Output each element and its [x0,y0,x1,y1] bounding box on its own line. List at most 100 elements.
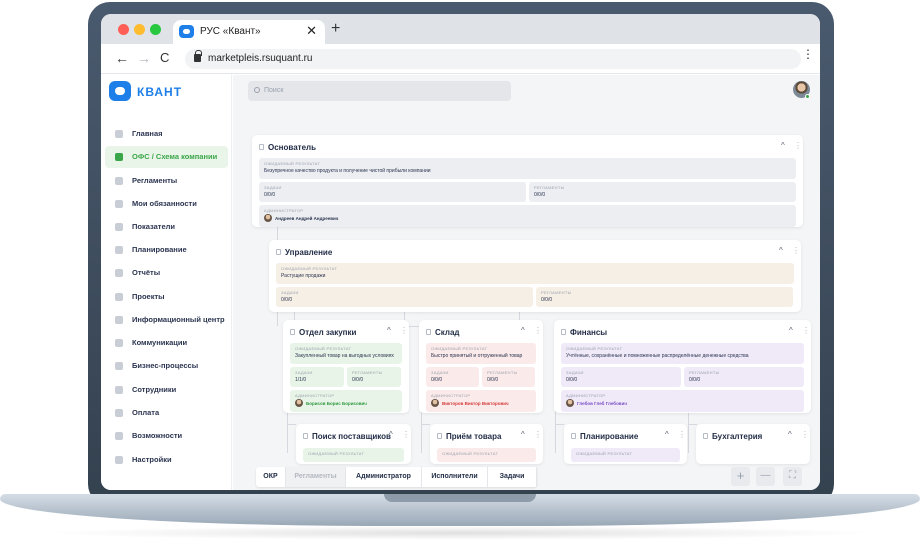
minimize-window-button[interactable] [134,24,145,35]
org-card-accounting[interactable]: Бухгалтерия ^ ⋮ [696,424,810,464]
sidebar-item[interactable]: Бизнес-процессы [105,355,228,377]
unit-icon [276,249,281,255]
browser-menu-icon[interactable]: ⋮ [802,48,814,60]
zoom-out-button[interactable]: — [756,467,775,486]
card-menu-icon[interactable]: ⋮ [792,246,800,255]
search-input[interactable]: Поиск [248,81,511,101]
zoom-in-button[interactable]: + [731,467,750,486]
back-icon[interactable]: ← [115,50,129,66]
browser-window: РУС «Квант» ✕ + ← → C marketpleis.rsuqua… [101,14,820,490]
gear-icon [115,456,123,464]
tasks-value: 0/0/0 [264,192,276,198]
collapse-chevron-icon[interactable]: ^ [781,141,785,150]
administrator-field: АДМИНИСТРАТОР Андреев Андрей Андреевич [259,205,796,227]
cloud-icon [115,293,123,301]
reload-icon[interactable]: C [160,50,169,65]
org-card-planning[interactable]: Планирование ^ ⋮ ОЖИДАЕМЫЙ РЕЗУЛЬТАТ [564,424,687,464]
view-tab[interactable]: Исполнители [422,467,488,487]
tab-close-icon[interactable]: ✕ [306,23,317,39]
tasks-value: 1/1/0 [295,377,307,383]
org-card-goods-receipt[interactable]: Приём товара ^ ⋮ ОЖИДАЕМЫЙ РЕЗУЛЬТАТ [430,424,543,464]
collapse-chevron-icon[interactable]: ^ [521,430,525,439]
laptop-notch [384,494,536,502]
sidebar-item[interactable]: Главная [105,123,228,145]
collapse-chevron-icon[interactable]: ^ [521,326,525,335]
connector-line [277,320,278,326]
administrator-field: АДМИНИСТРАТОР Глебов Глеб Глебович [561,390,804,412]
sidebar-item-label: Оплата [132,408,160,417]
tasks-value: 0/0/0 [431,377,443,383]
sidebar-item[interactable]: Возможности [105,425,228,447]
field-label: РЕГЛАМЕНТЫ [534,185,565,190]
card-menu-icon[interactable]: ⋮ [678,430,686,439]
browser-tab[interactable]: РУС «Квант» ✕ [173,20,325,44]
fit-screen-button[interactable]: ⛶ [783,467,802,486]
sidebar-item[interactable]: Оплата [105,402,228,424]
collapse-chevron-icon[interactable]: ^ [789,326,793,335]
regulations-value: 0/0/0 [352,377,364,383]
view-tab[interactable]: ОКР [256,467,286,487]
org-card-supplier-search[interactable]: Поиск поставщиков ^ ⋮ ОЖИДАЕМЫЙ РЕЗУЛЬТАТ [296,424,411,464]
field-label: АДМИНИСТРАТОР [264,208,304,213]
sidebar-item[interactable]: Настройки [105,449,228,471]
regulations-field: РЕГЛАМЕНТЫ 0/0/0 [347,367,401,387]
sidebar-item[interactable]: Планирование [105,239,228,261]
org-card-purchasing[interactable]: Отдел закупки ^ ⋮ ОЖИДАЕМЫЙ РЕЗУЛЬТАТ Закупл… [283,320,409,413]
sidebar-item[interactable]: Проекты [105,286,228,308]
shield-icon [115,223,123,231]
org-card-founder[interactable]: Основатель ^ ⋮ ОЖИДАЕМЫЙ РЕЗУЛЬТАТ Безупречн… [252,135,803,227]
view-tab[interactable]: Задачи [488,467,537,487]
unit-icon [303,433,308,439]
regulations-field: РЕГЛАМЕНТЫ 0/0/0 [482,367,535,387]
sidebar-item-label: Отчёты [132,268,161,277]
document-icon [115,177,123,185]
regulations-value: 0/0/0 [541,297,553,303]
maximize-window-button[interactable] [150,24,161,35]
expected-result-field: ОЖИДАЕМЫЙ РЕЗУЛЬТАТ Растущие продажи [276,263,794,284]
sidebar-item-label: Планирование [132,245,187,254]
sidebar-item-label: Возможности [132,431,183,440]
folder-icon [115,200,123,208]
result-value: Закупленный товар на выгодных условиях [295,353,394,359]
card-menu-icon[interactable]: ⋮ [802,326,810,335]
field-label: ОЖИДАЕМЫЙ РЕЗУЛЬТАТ [281,266,338,271]
view-tab[interactable]: Регламенты [286,467,346,487]
sidebar-item[interactable]: ОФС / Схема компании [105,146,228,168]
brand-name: КВАНТ [137,85,183,99]
admin-avatar [431,399,439,407]
report-icon [115,269,123,277]
connector-line [688,424,697,425]
new-tab-button[interactable]: + [331,20,340,38]
address-field[interactable]: marketpleis.rsuquant.ru [185,49,801,69]
close-window-button[interactable] [118,24,129,35]
card-title: Приём товара [446,432,502,441]
card-menu-icon[interactable]: ⋮ [402,430,410,439]
card-menu-icon[interactable]: ⋮ [534,326,542,335]
card-menu-icon[interactable]: ⋮ [400,326,408,335]
collapse-chevron-icon[interactable]: ^ [665,430,669,439]
tab-title: РУС «Квант» [200,26,261,37]
view-tab[interactable]: Администратор [346,467,422,487]
collapse-chevron-icon[interactable]: ^ [389,430,393,439]
sidebar-item[interactable]: Регламенты [105,170,228,192]
card-menu-icon[interactable]: ⋮ [534,430,542,439]
administrator-field: АДМИНИСТРАТОР Борисов Борис Борисович [290,390,402,412]
org-card-warehouse[interactable]: Склад ^ ⋮ ОЖИДАЕМЫЙ РЕЗУЛЬТАТ Быстро приняты… [419,320,543,413]
sidebar-item[interactable]: Мои обязанности [105,193,228,215]
card-menu-icon[interactable]: ⋮ [801,430,809,439]
org-card-management[interactable]: Управление ^ ⋮ ОЖИДАЕМЫЙ РЕЗУЛЬТАТ Растущие … [269,240,801,312]
collapse-chevron-icon[interactable]: ^ [788,430,792,439]
sidebar-item[interactable]: Сотрудники [105,379,228,401]
sidebar-item[interactable]: Информационный центр [105,309,228,331]
card-menu-icon[interactable]: ⋮ [794,141,802,150]
org-card-finance[interactable]: Финансы ^ ⋮ ОЖИДАЕМЫЙ РЕЗУЛЬТАТ Учтённые, со… [554,320,811,413]
collapse-chevron-icon[interactable]: ^ [779,246,783,255]
forward-icon[interactable]: → [137,50,151,66]
sidebar-item[interactable]: Отчёты [105,262,228,284]
tasks-field: ЗАДАЧИ 0/0/0 [561,367,681,387]
sidebar-item[interactable]: Показатели [105,216,228,238]
collapse-chevron-icon[interactable]: ^ [387,326,391,335]
sidebar-item-label: Бизнес-процессы [132,361,199,370]
sidebar-item[interactable]: Коммуникации [105,332,228,354]
field-label: ЗАДАЧИ [566,370,584,375]
